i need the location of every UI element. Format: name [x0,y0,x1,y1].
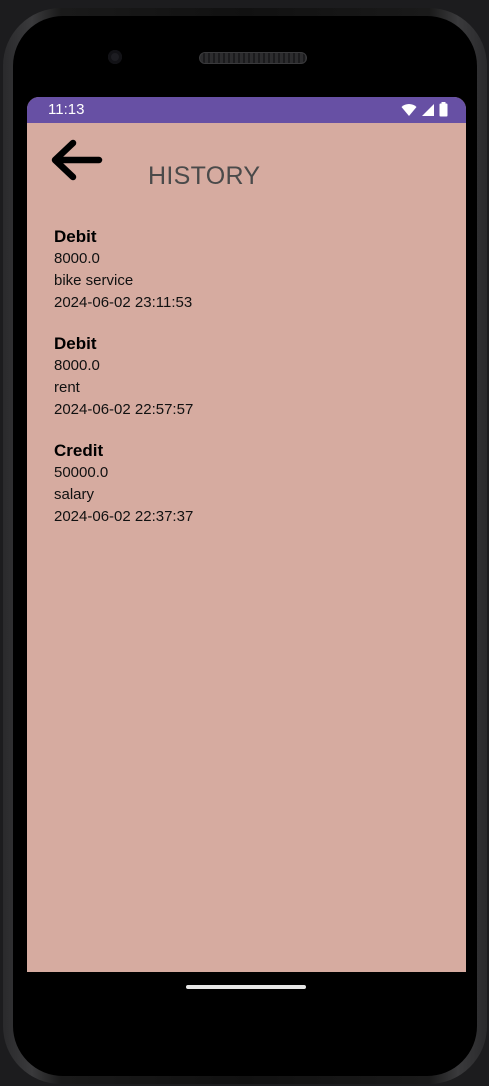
transaction-amount: 8000.0 [54,357,100,374]
transaction-description: salary [54,486,95,503]
app-screen: 11:13 HISTORY Debit 8000.0 bike service … [27,97,466,972]
history-entry: Debit 8000.0 rent 2024-06-02 22:57:57 [54,332,444,421]
transaction-description: bike service [54,272,134,289]
status-bar: 11:13 [27,97,466,123]
wifi-icon [401,102,417,121]
front-camera [108,50,122,64]
transaction-amount: 50000.0 [54,464,109,481]
transaction-amount: 8000.0 [54,250,100,267]
status-icons [401,102,448,121]
transaction-timestamp: 2024-06-02 22:37:37 [54,508,194,525]
battery-icon [439,102,448,121]
home-indicator[interactable] [186,985,306,989]
back-button[interactable] [49,137,103,183]
transaction-description: rent [54,379,80,396]
transaction-type: Debit [54,227,97,246]
transaction-type: Credit [54,441,104,460]
transaction-type: Debit [54,334,97,353]
earpiece-speaker [199,52,307,64]
history-entry: Debit 8000.0 bike service 2024-06-02 23:… [54,225,444,314]
page-title: HISTORY [148,162,261,190]
status-time: 11:13 [48,101,85,118]
history-entry: Credit 50000.0 salary 2024-06-02 22:37:3… [54,439,444,528]
arrow-left-icon [51,139,103,181]
transaction-timestamp: 2024-06-02 22:57:57 [54,401,194,418]
history-list: Debit 8000.0 bike service 2024-06-02 23:… [54,225,444,546]
signal-icon [421,102,435,121]
transaction-timestamp: 2024-06-02 23:11:53 [54,294,193,311]
